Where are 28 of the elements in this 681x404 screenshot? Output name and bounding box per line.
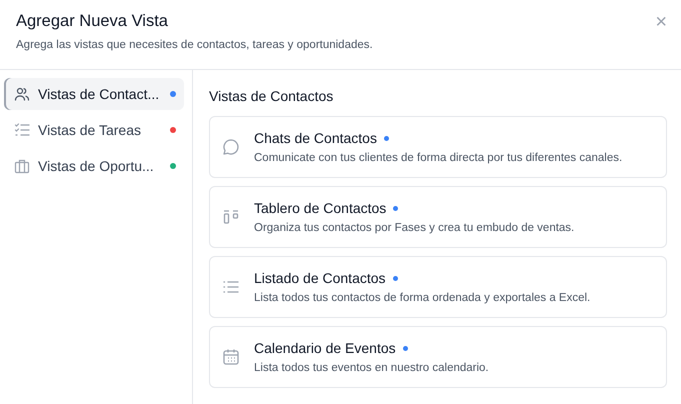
view-card[interactable]: Chats de Contactos Comunicate con tus clientes de forma directa por tus diferentes canales. <box>209 116 667 178</box>
card-title: Calendario de Eventos <box>254 340 396 356</box>
sidebar-item[interactable]: Vistas de Contact... <box>4 78 184 110</box>
chat-bubble-icon <box>222 138 240 156</box>
card-title: Listado de Contactos <box>254 270 386 286</box>
status-dot <box>402 346 408 350</box>
dialog-subtitle: Agrega las vistas que necesites de contactos, tareas y oportunidades. <box>16 39 373 51</box>
view-card[interactable]: Tablero de Contactos Organiza tus contactos por Fases y crea tu embudo de ventas. <box>209 186 667 248</box>
dialog-title: Agregar Nueva Vista <box>16 12 169 31</box>
card-description: Lista todos tus contactos de forma ordenada y exportales a Excel. <box>254 292 590 304</box>
card-description: Comunicate con tus clientes de forma directa por tus diferentes canales. <box>254 152 622 164</box>
checklist-icon <box>14 122 30 138</box>
status-dot <box>393 206 398 210</box>
view-card[interactable]: Listado de Contactos Lista todos tus contactos de forma ordenada y exportales a Excel. <box>209 256 667 318</box>
section-title: Vistas de Contactos <box>209 88 334 104</box>
board-icon <box>222 208 240 226</box>
calendar-icon <box>222 348 240 366</box>
sidebar-item[interactable]: Vistas de Oportu... <box>4 150 184 182</box>
briefcase-icon <box>14 158 30 174</box>
status-dot <box>384 136 389 140</box>
card-description: Lista todos tus eventos en nuestro calendario. <box>254 362 489 374</box>
card-title: Tablero de Contactos <box>254 200 386 216</box>
card-description: Organiza tus contactos por Fases y crea tu embudo de ventas. <box>254 222 574 234</box>
status-dot <box>392 276 398 280</box>
view-card[interactable]: Calendario de Eventos Lista todos tus eventos en nuestro calendario. <box>209 326 667 388</box>
sidebar-item[interactable]: Vistas de Tareas <box>4 114 184 146</box>
card-title: Chats de Contactos <box>254 130 377 146</box>
people-icon <box>14 86 30 102</box>
